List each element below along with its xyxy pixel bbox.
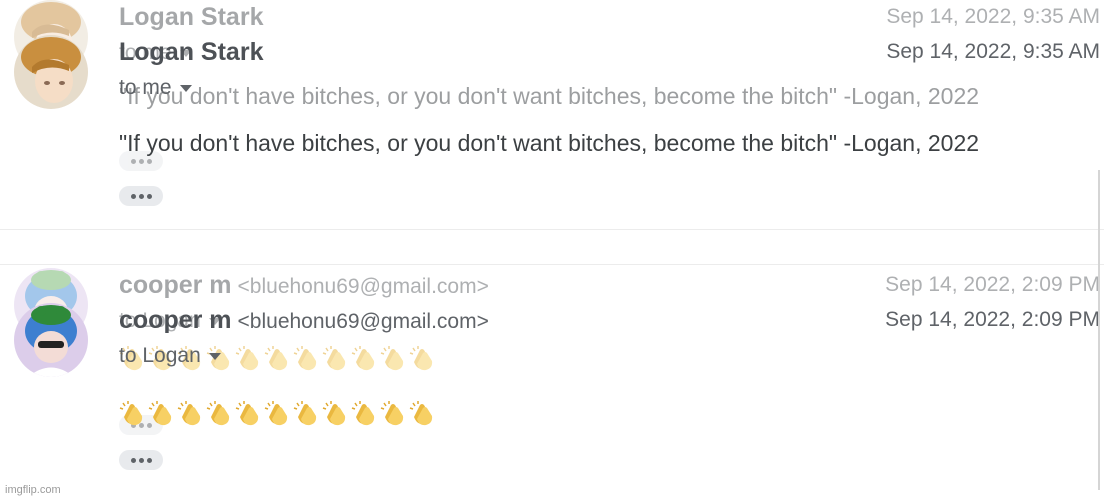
clapping-hands-icon [235,401,259,426]
logan-avatar[interactable] [14,35,88,109]
divider [0,264,1104,265]
email-logan: Logan Stark Sep 14, 2022, 9:35 AM to me … [0,0,1104,230]
main-layer: Logan Stark Sep 14, 2022, 9:35 AM to me … [0,0,1104,500]
sender-name: cooper m <bluehonu69@gmail.com> [119,306,489,334]
email-date: Sep 14, 2022, 9:35 AM [886,40,1100,63]
clapping-hands-icon [380,401,404,426]
chevron-down-icon[interactable] [208,352,221,360]
clapping-hands-icon [119,401,143,426]
show-trimmed-content-button[interactable] [119,186,163,206]
watermark: imgflip.com [5,484,61,496]
recipient-line[interactable]: to Logan [119,344,221,368]
clapping-hands-icon [351,401,375,426]
clapping-hands-icon [148,401,172,426]
show-trimmed-content-button[interactable] [119,450,163,470]
clapping-hands-icon [177,401,201,426]
clapping-hands-icon [264,401,288,426]
clapping-hands-icon [322,401,346,426]
clapping-hands-icon [409,401,433,426]
recipient-line[interactable]: to me [119,76,192,100]
clapping-hands-icon [206,401,230,426]
sender-name: Logan Stark [119,38,264,66]
divider [0,229,1104,230]
email-date: Sep 14, 2022, 2:09 PM [885,308,1100,331]
clapping-hands-icon [293,401,317,426]
email-body: "If you don't have bitches, or you don't… [119,130,980,156]
email-cooper: cooper m <bluehonu69@gmail.com> Sep 14, 2… [0,268,1104,498]
scrollbar[interactable] [1098,170,1100,490]
cooper-avatar[interactable] [14,303,88,377]
emoji-row [119,399,437,427]
chevron-down-icon[interactable] [179,84,192,92]
